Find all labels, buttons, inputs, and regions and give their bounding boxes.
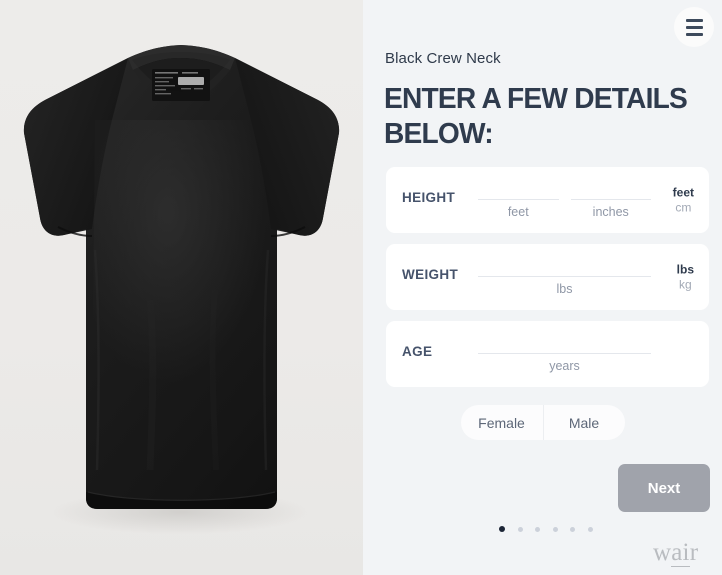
weight-unit-option-kg[interactable]: kg xyxy=(679,278,692,292)
wair-logo-part-2: ai xyxy=(671,539,690,567)
height-inches-unit: inches xyxy=(592,205,629,219)
height-feet-input[interactable] xyxy=(478,181,559,200)
pagination-dot-5[interactable] xyxy=(570,526,575,532)
gender-option-male[interactable]: Male xyxy=(542,405,625,440)
weight-unit-option-lbs[interactable]: lbs xyxy=(677,263,694,277)
weight-input[interactable] xyxy=(478,258,651,277)
details-form-pane: Black Crew Neck ENTER A FEW DETAILS BELO… xyxy=(363,0,722,575)
pagination-dot-2[interactable] xyxy=(517,526,523,532)
hamburger-menu-button[interactable] xyxy=(674,7,714,47)
pagination-dot-1[interactable] xyxy=(499,526,505,532)
height-inches-field: inches xyxy=(570,181,651,219)
hamburger-icon-bar-3 xyxy=(685,32,703,36)
height-unit-toggle: feet cm xyxy=(673,186,694,215)
weight-fields: lbs xyxy=(478,258,709,296)
height-unit-option-cm[interactable]: cm xyxy=(675,201,691,215)
age-label: AGE xyxy=(402,343,433,359)
age-fields: years xyxy=(478,335,709,373)
height-inches-input[interactable] xyxy=(570,181,651,200)
wair-logo-part-1: w xyxy=(653,539,672,566)
weight-label: WEIGHT xyxy=(402,266,459,282)
page-headline: ENTER A FEW DETAILS BELOW: xyxy=(384,83,688,150)
height-feet-unit: feet xyxy=(507,205,529,219)
weight-unit-toggle: lbs kg xyxy=(677,263,694,292)
product-name: Black Crew Neck xyxy=(385,50,501,67)
gender-toggle: Female Male xyxy=(460,405,625,440)
wair-logo: wair xyxy=(653,539,699,567)
measurement-cards: HEIGHT feet inches feet cm WEIGHT lbs lb… xyxy=(386,167,709,398)
weight-unit-hint: lbs xyxy=(556,282,573,296)
pagination-dot-6[interactable] xyxy=(587,526,593,532)
gender-option-female[interactable]: Female xyxy=(461,405,543,440)
pagination-dot-4[interactable] xyxy=(552,526,558,532)
height-card: HEIGHT feet inches feet cm xyxy=(386,167,709,233)
next-button[interactable]: Next xyxy=(618,464,710,512)
tshirt-product-image xyxy=(0,0,363,575)
gender-row: Female Male xyxy=(363,405,722,440)
hamburger-icon-bar-1 xyxy=(685,18,703,22)
age-input[interactable] xyxy=(478,335,651,354)
weight-value-field: lbs xyxy=(478,258,651,296)
product-image-pane xyxy=(0,0,363,575)
age-card: AGE years xyxy=(386,321,709,387)
height-unit-option-feet[interactable]: feet xyxy=(673,186,694,200)
height-label: HEIGHT xyxy=(402,189,456,205)
wair-logo-part-3: r xyxy=(689,539,699,566)
size-recommendation-screen: Black Crew Neck ENTER A FEW DETAILS BELO… xyxy=(0,0,722,575)
hamburger-icon-bar-2 xyxy=(685,25,703,29)
pagination-dots xyxy=(499,526,593,532)
age-value-field: years xyxy=(478,335,651,373)
pagination-dot-3[interactable] xyxy=(535,526,540,532)
weight-card: WEIGHT lbs lbs kg xyxy=(386,244,709,310)
age-unit-hint: years xyxy=(549,359,580,373)
height-feet-field: feet xyxy=(478,181,559,219)
